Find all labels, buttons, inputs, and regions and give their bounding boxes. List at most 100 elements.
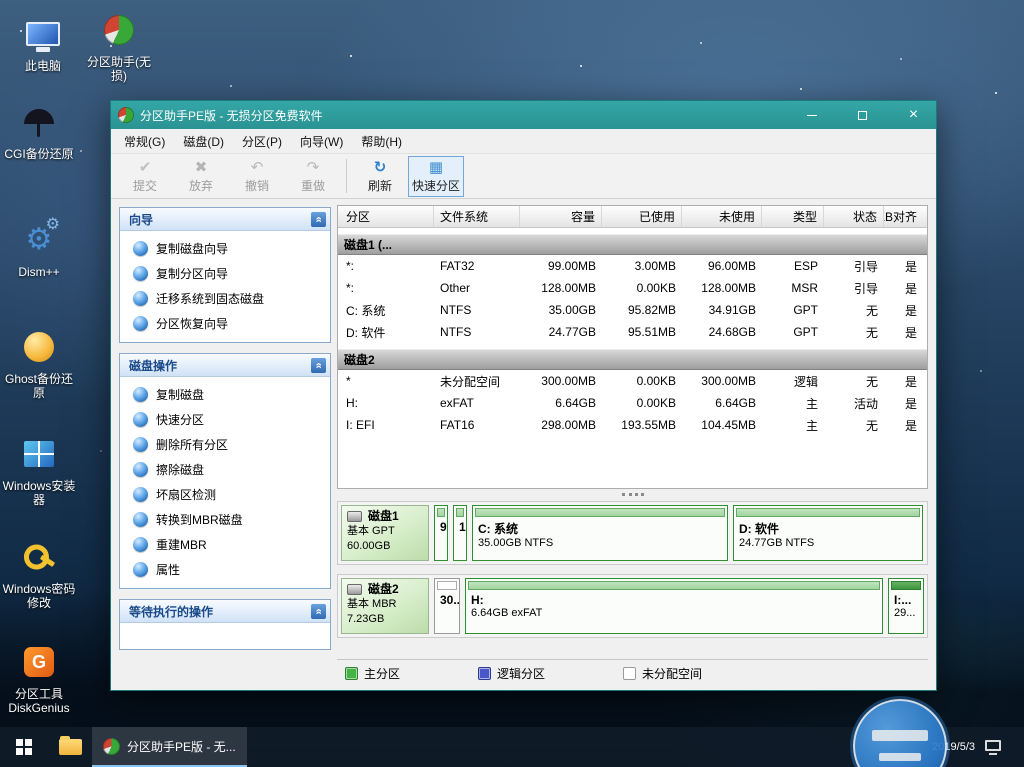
redo-button[interactable]: 重做 (285, 156, 341, 197)
menu-bar: 常规(G)磁盘(D)分区(P)向导(W)帮助(H) (111, 129, 936, 154)
redo-icon (307, 159, 320, 176)
sidebar-item[interactable]: 复制磁盘 (120, 382, 330, 407)
table-row[interactable]: I: EFIFAT16298.00MB193.55MB104.45MB主无是 (338, 414, 927, 436)
sidebar-item[interactable]: 转换到MBR磁盘 (120, 507, 330, 532)
menu-item[interactable]: 常规(G) (115, 130, 174, 153)
menu-item[interactable]: 分区(P) (233, 130, 291, 153)
sidebar-item[interactable]: 擦除磁盘 (120, 457, 330, 482)
partition-block[interactable]: D: 软件24.77GB NTFS (733, 505, 923, 561)
partition-label: 1 (456, 520, 464, 534)
table-cell: 是 (884, 395, 927, 412)
partition-label: C: 系统 (475, 520, 725, 537)
partition-block[interactable]: H:6.64GB exFAT (465, 578, 883, 634)
sidebar-item[interactable]: 属性 (120, 557, 330, 582)
file-explorer-button[interactable] (48, 727, 92, 767)
sidebar-section-list: 复制磁盘向导复制分区向导迁移系统到固态磁盘分区恢复向导 (120, 231, 330, 342)
table-cell: 24.68GB (682, 325, 762, 339)
menu-item[interactable]: 磁盘(D) (174, 130, 233, 153)
collapse-icon[interactable] (311, 212, 326, 227)
sidebar-item[interactable]: 迁移系统到固态磁盘 (120, 286, 330, 311)
start-button[interactable] (0, 727, 48, 767)
desktop-icon-dg[interactable]: 分区工具DiskGenius (2, 640, 76, 715)
close-button[interactable] (891, 101, 936, 129)
rebuild-mbr-icon (133, 537, 148, 552)
partition-block[interactable]: 9 (434, 505, 448, 561)
partition-sub: 6.64GB exFAT (468, 607, 880, 619)
splitter[interactable] (337, 489, 928, 500)
partition-block[interactable]: 1 (453, 505, 467, 561)
sidebar-section-header[interactable]: 磁盘操作 (120, 354, 330, 377)
sidebar-item[interactable]: 分区恢复向导 (120, 311, 330, 336)
refresh-icon (374, 159, 387, 176)
desktop-icon-cgi[interactable]: CGI备份还原 (2, 100, 76, 161)
submit-button[interactable]: 提交 (117, 156, 173, 197)
taskbar-app-label: 分区助手PE版 - 无... (127, 738, 236, 755)
sidebar-section-header[interactable]: 向导 (120, 208, 330, 231)
diskgenius-icon (24, 647, 54, 677)
table-cell: MSR (762, 281, 824, 295)
table-cell: 300.00MB (682, 374, 762, 388)
table-cell: 0.00KB (602, 396, 682, 410)
collapse-icon[interactable] (311, 358, 326, 373)
toolbar-button-label: 重做 (301, 177, 325, 194)
maximize-button[interactable] (840, 101, 885, 129)
desktop-icon-ghost[interactable]: Ghost备份还原 (2, 325, 76, 400)
taskbar-app-button[interactable]: 分区助手PE版 - 无... (92, 727, 247, 767)
desktop-icon-dism[interactable]: Dism++ (2, 218, 76, 279)
usage-bar (891, 581, 921, 590)
close-icon (909, 107, 918, 123)
table-cell: 无 (824, 324, 884, 341)
table-cell: GPT (762, 303, 824, 317)
minimize-button[interactable] (789, 101, 834, 129)
windows-installer-icon (24, 441, 54, 467)
usage-bar (468, 581, 880, 590)
partition-block[interactable]: I:...29... (888, 578, 924, 634)
collapse-icon[interactable] (311, 604, 326, 619)
desktop-icon-label: CGI备份还原 (2, 147, 76, 161)
table-row[interactable]: *未分配空间300.00MB0.00KB300.00MB逻辑无是 (338, 370, 927, 392)
table-row[interactable]: *:FAT3299.00MB3.00MB96.00MBESP引导是 (338, 255, 927, 277)
undo-button[interactable]: 撤销 (229, 156, 285, 197)
discard-button[interactable]: 放弃 (173, 156, 229, 197)
table-row[interactable]: *:Other128.00MB0.00KB128.00MBMSR引导是 (338, 277, 927, 299)
column-header: 分区 (338, 206, 434, 227)
disk-header[interactable]: 磁盘2基本 MBR7.23GB (341, 578, 429, 634)
usage-bar (437, 508, 445, 517)
network-icon[interactable] (985, 740, 1001, 751)
partition-block[interactable]: 30... (434, 578, 460, 634)
sidebar-section-header[interactable]: 等待执行的操作 (120, 600, 330, 623)
partition-table: 分区文件系统容量已使用未使用类型状态4KB对齐 磁盘1 (...*:FAT329… (337, 205, 928, 489)
sidebar-item-label: 删除所有分区 (156, 436, 228, 453)
sidebar-item-label: 重建MBR (156, 536, 207, 553)
desktop-icon-this-pc[interactable]: 此电脑 (6, 12, 80, 73)
sidebar-item[interactable]: 快速分区 (120, 407, 330, 432)
table-cell: 无 (824, 373, 884, 390)
partition-block[interactable]: C: 系统35.00GB NTFS (472, 505, 728, 561)
disk-group-header[interactable]: 磁盘2 (338, 349, 927, 370)
refresh-button[interactable]: 刷新 (352, 156, 408, 197)
disk-group-header[interactable]: 磁盘1 (... (338, 234, 927, 255)
sidebar-item[interactable]: 重建MBR (120, 532, 330, 557)
desktop-icon-label: 此电脑 (6, 59, 80, 73)
disk-header[interactable]: 磁盘1基本 GPT60.00GB (341, 505, 429, 561)
title-bar[interactable]: 分区助手PE版 - 无损分区免费软件 (111, 101, 936, 129)
menu-item[interactable]: 帮助(H) (352, 130, 411, 153)
sidebar-item-label: 复制磁盘 (156, 386, 204, 403)
desktop-icon-art (2, 640, 76, 684)
desktop-icon-wininst[interactable]: Windows安装器 (2, 432, 76, 507)
menu-item[interactable]: 向导(W) (291, 130, 352, 153)
table-row[interactable]: D: 软件NTFS24.77GB95.51MB24.68GBGPT无是 (338, 321, 927, 343)
sidebar-item[interactable]: 坏扇区检测 (120, 482, 330, 507)
desktop-icon-label: Dism++ (2, 265, 76, 279)
table-cell: 298.00MB (520, 418, 602, 432)
table-cell: H: (338, 396, 434, 410)
desktop-icon-pa[interactable]: 分区助手(无损) (82, 8, 156, 83)
sidebar-item[interactable]: 删除所有分区 (120, 432, 330, 457)
quick-button[interactable]: 快速分区 (408, 156, 464, 197)
table-row[interactable]: C: 系统NTFS35.00GB95.82MB34.91GBGPT无是 (338, 299, 927, 321)
sidebar-item[interactable]: 复制分区向导 (120, 261, 330, 286)
sidebar-item[interactable]: 复制磁盘向导 (120, 236, 330, 261)
desktop-icon-winpass[interactable]: Windows密码修改 (2, 535, 76, 610)
toolbar-button-label: 撤销 (245, 177, 269, 194)
table-row[interactable]: H:exFAT6.64GB0.00KB6.64GB主活动是 (338, 392, 927, 414)
